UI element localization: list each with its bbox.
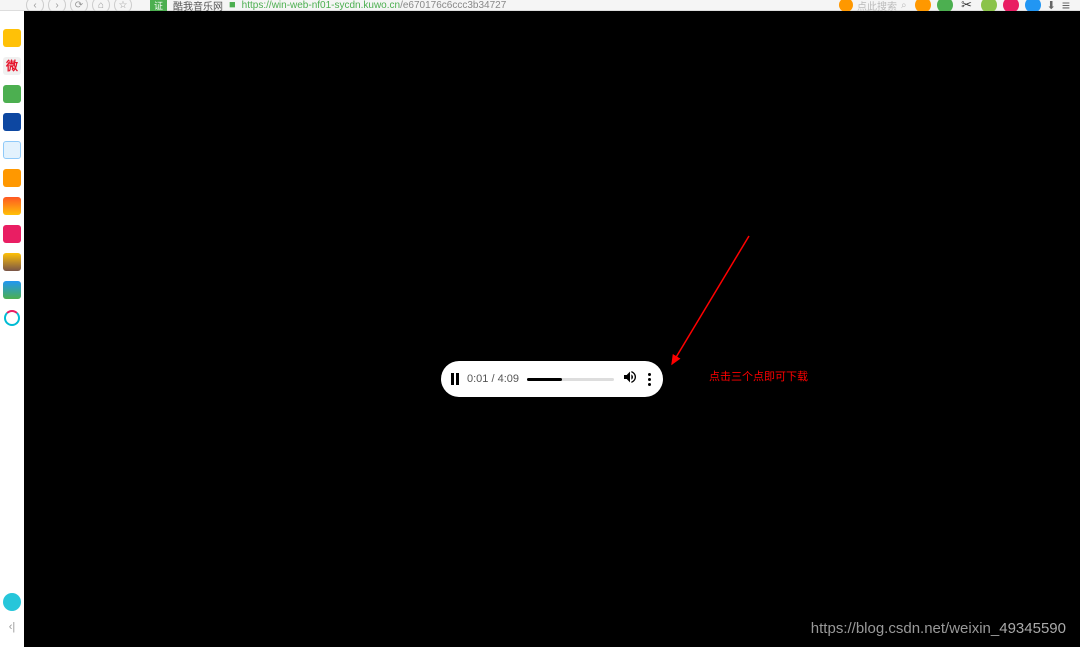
bookmark-item-9[interactable] <box>3 253 21 271</box>
progress-fill <box>527 378 562 381</box>
url-text: https://win-web-nf01-sycdn.kuwo.cn/e6701… <box>242 0 507 11</box>
bookmark-item-10[interactable] <box>3 281 21 299</box>
annotation-text: 点击三个点即可下载 <box>709 368 808 384</box>
volume-icon[interactable] <box>622 369 638 390</box>
bookmark-sidebar: 微 ‹| <box>0 11 24 647</box>
watermark: https://blog.csdn.net/weixin_49345590 <box>811 620 1066 637</box>
progress-bar[interactable] <box>527 378 614 381</box>
time-display: 0:01 / 4:09 <box>467 373 519 385</box>
bookmark-item-8[interactable] <box>3 225 21 243</box>
collapse-sidebar-icon[interactable]: ‹| <box>9 621 16 647</box>
total-time: 4:09 <box>498 373 519 385</box>
annotation-arrow <box>664 236 764 381</box>
current-time: 0:01 <box>467 373 488 385</box>
pause-button[interactable] <box>451 373 459 385</box>
three-dots-icon[interactable] <box>646 373 653 386</box>
browser-toolbar: ‹ › ⟳ ⌂ ☆ 证 酷我音乐网 ■ https://win-web-nf01… <box>0 0 1080 11</box>
watermark-id: 49345590 <box>999 620 1066 637</box>
bookmark-item-11[interactable] <box>3 309 21 327</box>
bookmark-weibo-icon[interactable]: 微 <box>3 57 21 75</box>
search-icon: ⌕ <box>901 0 907 11</box>
bookmark-item-4[interactable] <box>3 113 21 131</box>
url-path: /e670176c6ccc3b34727 <box>400 0 506 11</box>
url-host: https://win-web-nf01-sycdn.kuwo.cn <box>242 0 400 11</box>
bookmark-star-icon[interactable] <box>3 29 21 47</box>
content-area: 0:01 / 4:09 点击三个点即可下载 https://blog.csdn.… <box>24 11 1080 647</box>
bookmark-item-5[interactable] <box>3 141 21 159</box>
watermark-url: https://blog.csdn.net/weixin_ <box>811 620 999 637</box>
bookmark-item-bottom[interactable] <box>3 593 21 611</box>
bookmark-item-7[interactable] <box>3 197 21 215</box>
bookmark-item-6[interactable] <box>3 169 21 187</box>
download-icon[interactable]: ⬇ <box>1047 0 1056 12</box>
audio-player: 0:01 / 4:09 <box>441 361 663 397</box>
bookmark-item-3[interactable] <box>3 85 21 103</box>
